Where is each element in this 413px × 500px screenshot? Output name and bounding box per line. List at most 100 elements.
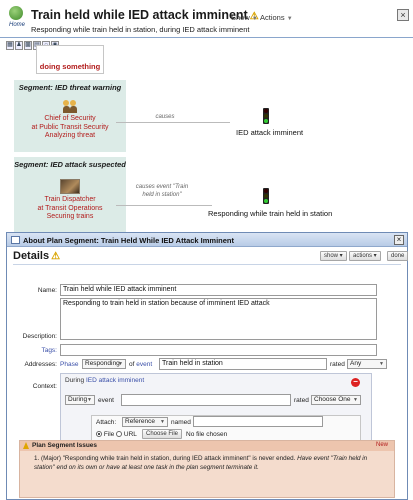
event-node-ied-attack-imminent[interactable]: IED attack imminent [236,128,303,137]
done-button[interactable]: done [387,251,409,261]
window-icon [11,236,20,244]
actor-line[interactable]: Analyzing threat [14,132,126,141]
edge-label: causes [155,114,175,120]
actor-line[interactable]: Train Dispatcher [14,196,126,205]
show-menu[interactable]: Show ▼ [231,13,258,22]
show-button-label[interactable]: show [324,253,338,259]
of-word: of [129,361,135,368]
context-event-link[interactable]: IED attack imminent [86,377,144,384]
description-field[interactable]: Responding to train held in station beca… [60,298,377,340]
context-box: During IED attack imminent − During ▼ eve… [60,373,372,444]
rated-select-value[interactable]: Any [350,360,361,367]
page-subtitle: Responding while train held in station, … [31,25,250,34]
url-radio-label[interactable]: URL [124,431,137,438]
chevron-down-icon[interactable]: ▼ [287,16,293,22]
segment-title: Segment: IED attack suspected [14,160,126,169]
home-icon[interactable]: Home [6,6,26,30]
context-event-label: event [98,397,114,404]
description-label: Description: [22,333,57,340]
home-label[interactable]: Home [6,22,28,28]
remove-context-icon[interactable]: − [351,378,360,387]
dialog-titlebar[interactable]: About Plan Segment: Train Held While IED… [7,233,407,247]
details-heading-text: Details [13,250,50,262]
tags-label[interactable]: Tags: [15,347,57,354]
actor-line[interactable]: Chief of Security [14,115,126,124]
actor-line[interactable]: Securing trains [14,213,126,222]
causes-edge [116,122,230,123]
name-label: Name: [37,287,57,294]
context-summary: During IED attack imminent [65,377,144,384]
context-event-field[interactable] [121,394,291,406]
context-during-select[interactable]: During ▼ [65,395,95,405]
dialog-title: About Plan Segment: Train Held While IED… [23,236,234,245]
attach-type-value[interactable]: Reference [125,418,155,425]
close-icon[interactable]: × [397,9,409,21]
rated-select[interactable]: Any ▼ [347,359,387,369]
causes-edge [116,205,212,206]
context-label: Context: [32,383,57,390]
start-node-label[interactable]: doing something [37,62,103,71]
show-menu-label[interactable]: Show [231,13,250,22]
actor-line[interactable]: at Public Transit Security [14,124,126,133]
details-divider [13,264,401,265]
details-heading: Details ⚠ [13,250,60,262]
tags-field[interactable] [60,344,377,356]
rated-label: rated [330,361,345,368]
event-field[interactable]: Train held in station [159,358,327,370]
details-header: Details ⚠ show ▾ actions ▾ done [7,247,409,265]
chevron-down-icon[interactable]: ▼ [118,360,123,368]
phase-link[interactable]: Phase [60,361,78,368]
page-title-text: Train held while IED attack imminent [31,8,248,22]
attach-source: File URL [96,431,137,438]
actor-chief-of-security[interactable]: Chief of Security at Public Transit Secu… [14,100,126,141]
page-title: Train held while IED attack imminent ⚠ [31,8,259,22]
context-rated-value[interactable]: Choose One [314,396,351,403]
chevron-down-icon[interactable]: ▼ [160,418,165,426]
warning-icon: ⚠ [51,251,61,262]
header-divider [0,37,413,38]
name-field[interactable]: Train held while IED attack imminent [60,284,377,296]
new-issue-link[interactable]: New [376,442,388,448]
edge-label-line: causes event "Train [135,184,189,190]
issue-main: 1. (Major) "Responding while train held … [34,455,296,462]
event-link[interactable]: event [136,361,152,368]
actions-menu[interactable]: Actions ▼ [260,13,293,22]
event-node-train-held[interactable]: Responding while train held in station [208,209,332,218]
attach-type-select[interactable]: Reference ▼ [122,417,168,427]
chevron-down-icon[interactable]: ▼ [87,396,92,404]
phase-select[interactable]: Responding ▼ [82,359,126,369]
close-icon[interactable]: × [394,235,404,245]
chevron-down-icon[interactable]: ▼ [353,396,358,404]
issues-header: Plan Segment Issues New [20,441,394,451]
layout-icon[interactable]: ▦ [6,41,14,50]
people-icon [62,100,77,113]
actor-train-dispatcher[interactable]: Train Dispatcher at Transit Operations S… [14,179,126,222]
edge-label-line: held in station" [142,191,182,198]
context-rated-select[interactable]: Choose One ▼ [311,395,361,405]
actor-line[interactable]: at Transit Operations [14,205,126,214]
segment-ied-attack-suspected: Segment: IED attack suspected Train Disp… [14,157,126,233]
grid-icon[interactable]: ▩ [24,41,32,50]
actions-menu-label[interactable]: Actions [260,13,285,22]
attach-name-field[interactable] [193,416,323,427]
start-node[interactable]: doing something [36,45,104,74]
no-file-text: No file chosen [186,431,228,438]
show-button[interactable]: show ▾ [320,251,347,261]
chevron-down-icon[interactable]: ▼ [379,360,384,368]
segment-ied-threat-warning: Segment: IED threat warning Chief of Sec… [14,80,126,152]
plan-segment-issues: Plan Segment Issues New 1. (Major) "Resp… [19,440,395,498]
people-icon[interactable]: ♟ [15,41,23,50]
url-radio[interactable] [116,431,123,437]
choose-file-button[interactable]: Choose File [142,429,183,439]
traffic-light-icon [263,188,269,204]
phase-select-value[interactable]: Responding [85,360,120,367]
attach-box: Attach: Reference ▼ named File URL Choose… [91,415,361,441]
file-radio[interactable] [96,431,102,437]
addresses-label: Addresses: [24,361,57,368]
context-during-value[interactable]: During [68,396,87,403]
warning-icon [23,442,29,449]
actions-button[interactable]: actions ▾ [349,251,381,261]
chevron-down-icon[interactable]: ▼ [252,16,258,22]
file-radio-label[interactable]: File [104,431,114,438]
actions-button-label[interactable]: actions [353,253,372,259]
